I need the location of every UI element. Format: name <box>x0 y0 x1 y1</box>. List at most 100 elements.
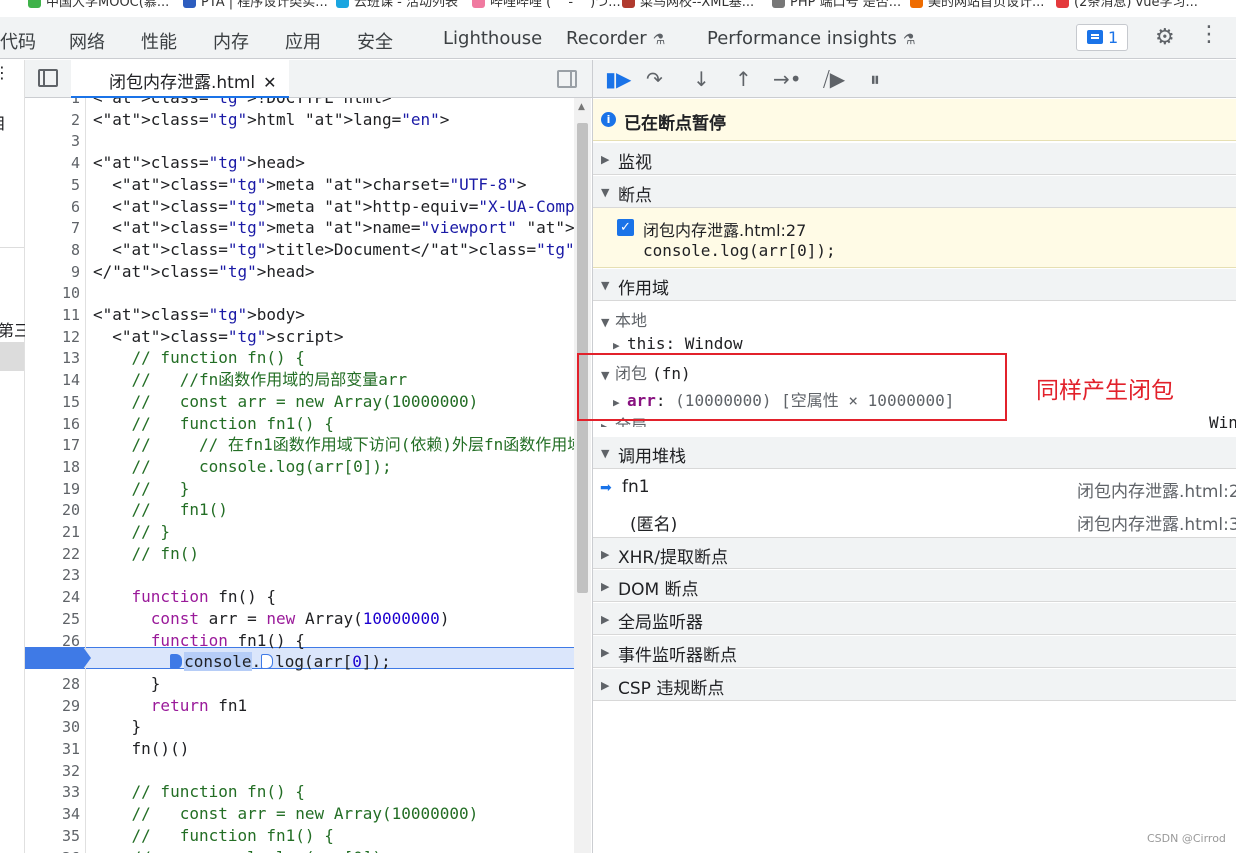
section-event-listener-breakpoints[interactable]: ▶ 事件监听器断点 <box>593 636 1236 668</box>
scope-global[interactable]: ▶全局 <box>601 412 647 427</box>
line-number[interactable]: 35 <box>25 825 80 847</box>
line-number[interactable]: 36 <box>25 847 80 853</box>
tab-lighthouse[interactable]: Lighthouse <box>443 28 542 49</box>
deactivate-breakpoints-icon[interactable]: ⧸▶ <box>823 67 845 91</box>
line-number[interactable]: 31 <box>25 738 80 760</box>
resume-icon[interactable]: ▮▶ <box>605 67 631 91</box>
line-number[interactable]: 32 <box>25 760 80 782</box>
line-number[interactable]: 12 <box>25 326 80 348</box>
step-out-icon[interactable]: ↑ <box>735 67 752 91</box>
tab-security[interactable]: 安全 <box>357 28 393 54</box>
line-number[interactable]: 8 <box>25 239 80 261</box>
navigator-divider <box>0 247 24 248</box>
scope-closure[interactable]: ▼ 闭包 (fn) <box>601 360 691 384</box>
line-number-gutter[interactable]: 1 2 3 4 5 6 7 8 9 10 11 12 13 14 15 16 17 18 19 20 21 22 23 24 2… <box>25 98 86 853</box>
line-number[interactable]: 23 <box>25 564 80 586</box>
more-options-icon[interactable]: ⋮ <box>1198 24 1220 46</box>
line-number[interactable]: 2 <box>25 109 80 131</box>
section-watch[interactable]: ▶ 监视 <box>593 143 1236 175</box>
step-icon[interactable]: →• <box>773 67 802 91</box>
line-number[interactable]: 18 <box>25 456 80 478</box>
tab-network[interactable]: 网络 <box>69 28 105 54</box>
step-over-icon[interactable]: ↷ <box>646 67 663 91</box>
scope-var-arr[interactable]: ▶ arr: (10000000) [空属性 × 10000000] <box>613 387 954 411</box>
expand-triangle-icon: ▶ <box>601 421 615 427</box>
line-number[interactable]: 25 <box>25 608 80 630</box>
line-number[interactable]: 7 <box>25 217 80 239</box>
tab-recorder[interactable]: Recorder ⚗ <box>566 28 665 49</box>
toggle-debugger-icon[interactable] <box>557 70 577 88</box>
bookmark-item[interactable]: (2条消息) vue学习... <box>1056 0 1198 10</box>
tab-application[interactable]: 应用 <box>285 28 321 54</box>
line-number[interactable]: 28 <box>25 673 80 695</box>
line-number[interactable]: 21 <box>25 521 80 543</box>
line-number[interactable]: 20 <box>25 499 80 521</box>
bookmark-item[interactable]: PHP 端口号 是否... <box>772 0 901 10</box>
navigator-menu-icon[interactable]: ⋮ <box>0 63 10 82</box>
line-number[interactable]: 1 <box>25 98 80 109</box>
navigator-selected-row[interactable] <box>0 342 24 371</box>
scope-local[interactable]: ▼ 本地 <box>601 307 647 331</box>
line-number[interactable]: 33 <box>25 781 80 803</box>
gear-icon[interactable]: ⚙ <box>1155 25 1175 50</box>
expand-triangle-icon: ▶ <box>601 679 610 692</box>
section-xhr-breakpoints[interactable]: ▶ XHR/提取断点 <box>593 537 1236 569</box>
line-number[interactable]: 16 <box>25 413 80 435</box>
section-csp-breakpoints[interactable]: ▶ CSP 违规断点 <box>593 669 1236 701</box>
line-number[interactable]: 15 <box>25 391 80 413</box>
breakpoint-checkbox[interactable]: ✓ <box>617 219 634 236</box>
line-number[interactable]: 11 <box>25 304 80 326</box>
line-number[interactable]: 22 <box>25 543 80 565</box>
bookmark-item[interactable]: 中国大学MOOC(慕... <box>28 0 169 10</box>
section-global-listeners[interactable]: ▶ 全局监听器 <box>593 603 1236 635</box>
tab-performance-insights[interactable]: Performance insights ⚗ <box>707 28 915 49</box>
section-dom-breakpoints[interactable]: ▶ DOM 断点 <box>593 570 1236 602</box>
line-number[interactable]: 5 <box>25 174 80 196</box>
tab-memory[interactable]: 内存 <box>213 28 249 54</box>
section-call-stack[interactable]: ▼ 调用堆栈 <box>593 437 1236 469</box>
breakpoint-entry[interactable]: ✓ 闭包内存泄露.html:27 console.log(arr[0]); <box>593 208 1236 268</box>
bookmark-item[interactable]: 美的网站首页设计... <box>910 0 1044 10</box>
navigator-text-fragment: 目 <box>0 110 6 134</box>
line-number[interactable]: 10 <box>25 282 80 304</box>
line-number[interactable]: 9 <box>25 261 80 283</box>
bookmark-item[interactable]: 云班课 - 活动列表 <box>336 0 458 10</box>
scroll-up-icon[interactable]: ▲ <box>578 102 585 112</box>
line-number[interactable]: 14 <box>25 369 80 391</box>
line-number[interactable]: 30 <box>25 716 80 738</box>
info-icon: i <box>601 112 616 127</box>
tab-sources[interactable]: 代码 <box>0 28 36 54</box>
issues-button[interactable]: 1 <box>1076 24 1128 51</box>
code-editor[interactable]: 1 2 3 4 5 6 7 8 9 10 11 12 13 14 15 16 17 18 19 20 21 22 23 24 2… <box>25 98 574 853</box>
editor-scrollbar[interactable]: ▲ <box>574 98 591 853</box>
scope-this[interactable]: ▶ this: Window <box>613 334 743 353</box>
line-number[interactable]: 6 <box>25 196 80 218</box>
bookmark-item[interactable]: 菜鸟网校--XML基... <box>622 0 754 10</box>
scope-global-value: Win <box>1209 413 1236 432</box>
tab-performance[interactable]: 性能 <box>141 28 177 54</box>
bookmark-item[interactable]: 哔哩哔哩 ( ゜- ゜)つ... <box>472 0 621 10</box>
bookmark-favicon-icon <box>183 0 196 8</box>
line-number[interactable]: 3 <box>25 130 80 152</box>
toggle-navigator-icon[interactable] <box>38 69 58 87</box>
scrollbar-thumb[interactable] <box>577 123 588 593</box>
call-frame[interactable]: ➡ fn1 闭包内存泄露.html:2 <box>593 471 1236 504</box>
step-into-icon[interactable]: ↓ <box>693 67 710 91</box>
bookmark-item[interactable]: PTA | 程序设计类实... <box>183 0 328 10</box>
section-scope[interactable]: ▼ 作用域 <box>593 269 1236 301</box>
line-number[interactable]: 29 <box>25 695 80 717</box>
breakpoint-marker[interactable] <box>25 647 91 669</box>
line-number[interactable]: 4 <box>25 152 80 174</box>
close-icon[interactable]: ✕ <box>263 73 276 92</box>
line-number[interactable]: 34 <box>25 803 80 825</box>
bookmark-favicon-icon <box>28 0 41 8</box>
call-frame[interactable]: (匿名) 闭包内存泄露.html:3 <box>593 504 1236 537</box>
line-number[interactable]: 13 <box>25 347 80 369</box>
line-number[interactable]: 17 <box>25 434 80 456</box>
line-number[interactable]: 24 <box>25 586 80 608</box>
line-number[interactable]: 19 <box>25 478 80 500</box>
code-line: // } <box>93 478 190 498</box>
pause-on-exceptions-icon[interactable]: ⏸ <box>870 67 880 91</box>
file-tab[interactable]: 闭包内存泄露.html ✕ <box>71 60 289 98</box>
section-breakpoints[interactable]: ▼ 断点 <box>593 176 1236 208</box>
